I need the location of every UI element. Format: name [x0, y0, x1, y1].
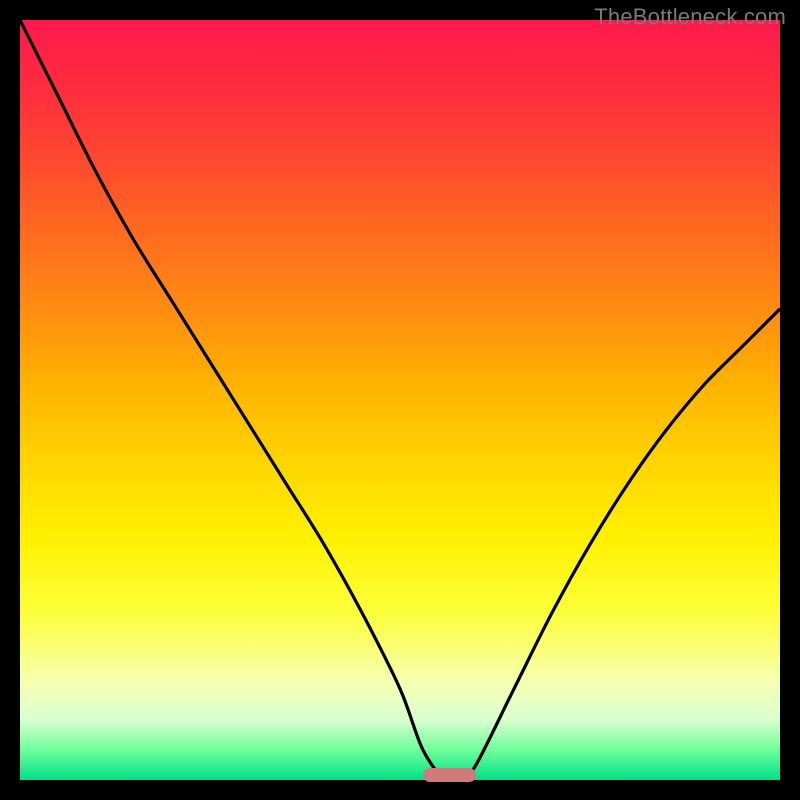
watermark-text: TheBottleneck.com [594, 4, 786, 30]
minimum-marker [423, 768, 476, 782]
curve-svg [20, 20, 780, 780]
bottleneck-plot [20, 20, 780, 780]
bottleneck-curve [20, 20, 780, 780]
